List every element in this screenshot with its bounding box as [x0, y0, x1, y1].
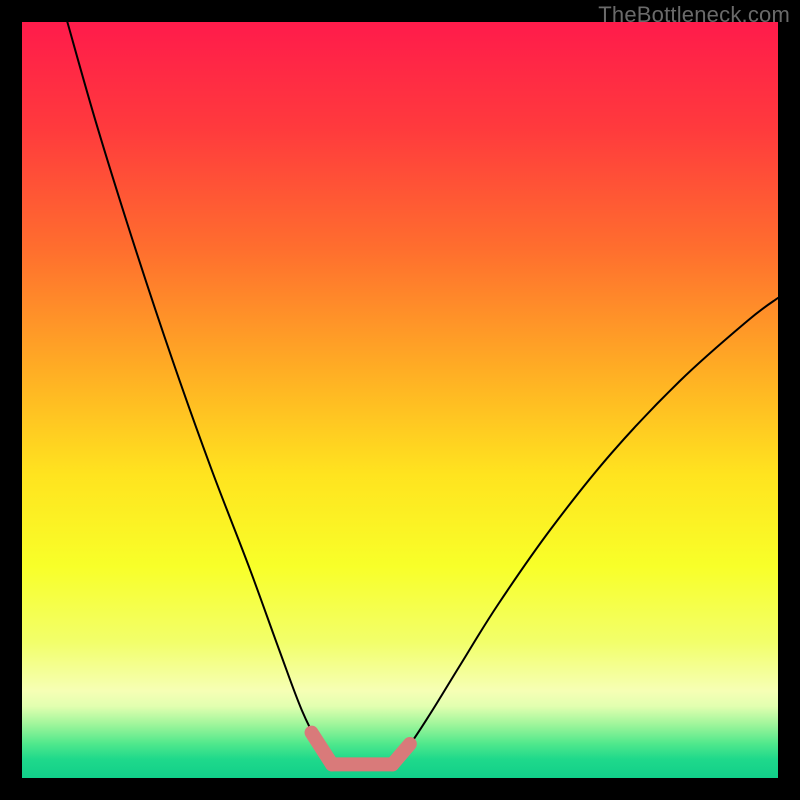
gradient-background	[22, 22, 778, 778]
watermark-text: TheBottleneck.com	[598, 2, 790, 28]
bottleneck-chart	[22, 22, 778, 778]
chart-frame	[22, 22, 778, 778]
